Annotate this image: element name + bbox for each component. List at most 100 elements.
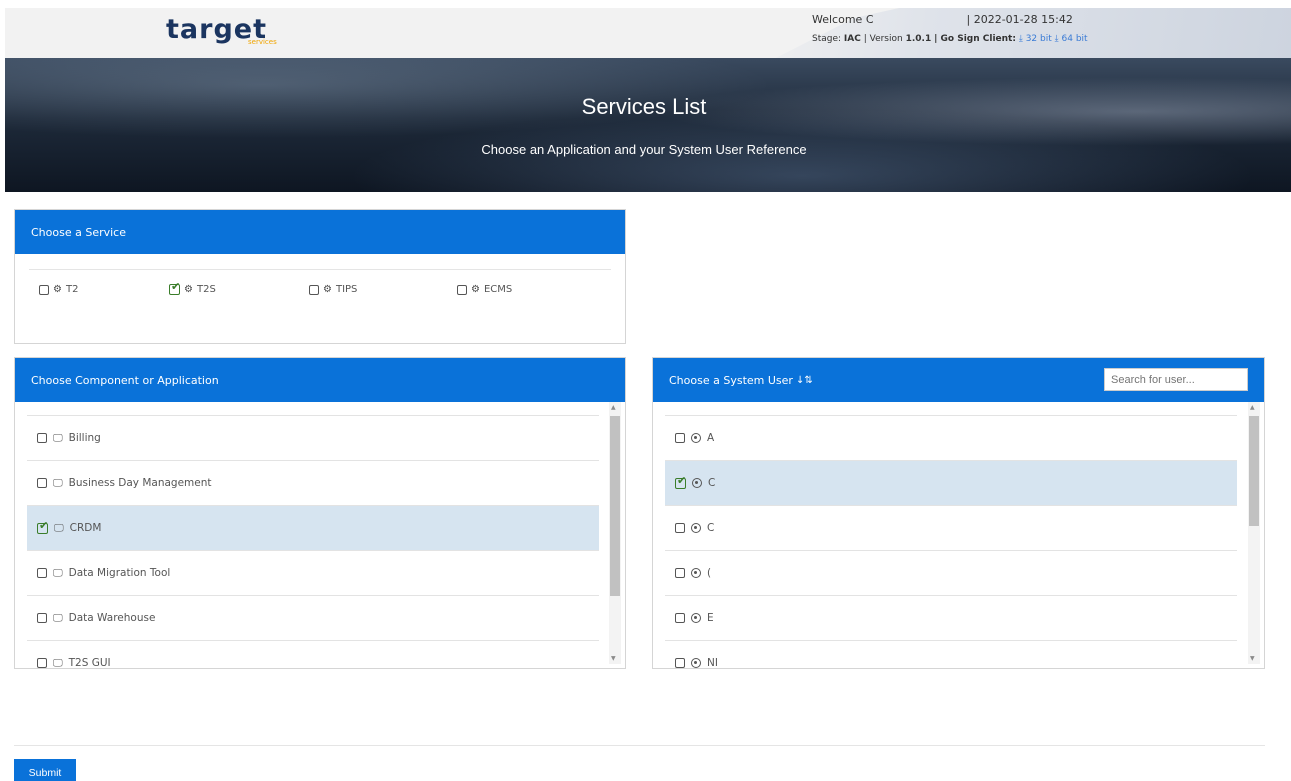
user-scrollbar[interactable]: ▲ ▼ xyxy=(1248,402,1260,664)
service-panel-title: Choose a Service xyxy=(31,225,126,239)
checkbox[interactable] xyxy=(675,568,685,578)
search-user-input[interactable] xyxy=(1104,368,1248,391)
user-icon xyxy=(691,658,701,668)
list-item-billing[interactable]: 🖵 Billing xyxy=(27,415,599,460)
service-label: ECMS xyxy=(483,284,513,295)
list-item-crdm[interactable]: 🖵 CRDM xyxy=(27,505,599,550)
user-icon xyxy=(691,613,701,623)
user-list: A C C ( E NI xyxy=(653,402,1264,668)
checkbox[interactable] xyxy=(675,658,685,668)
checkbox-checked[interactable] xyxy=(37,519,48,534)
footer-divider xyxy=(14,745,1265,746)
checkbox[interactable] xyxy=(37,613,47,623)
service-options: ⚙ T2 ⚙ T2S ⚙ TIPS ⚙ ECMS xyxy=(29,269,611,309)
page-subtitle: Choose an Application and your System Us… xyxy=(481,142,807,157)
scroll-down-arrow-icon[interactable]: ▼ xyxy=(611,655,616,662)
version-label: | Version xyxy=(863,34,903,44)
service-option-ecms[interactable]: ⚙ ECMS xyxy=(457,284,512,295)
service-panel: Choose a Service ⚙ T2 ⚙ T2S ⚙ TIPS ⚙ ECM… xyxy=(14,209,626,344)
list-item-label: C xyxy=(708,477,716,489)
download-64bit-link[interactable]: ⤓ 64 bit xyxy=(1055,34,1088,44)
version-value: 1.0.1 xyxy=(905,34,932,44)
submit-button[interactable]: Submit xyxy=(14,759,76,781)
checkbox[interactable] xyxy=(675,433,685,443)
welcome-label: Welcome C xyxy=(812,13,874,26)
sort-icon[interactable]: ↓⇅ xyxy=(796,375,813,386)
service-option-tips[interactable]: ⚙ TIPS xyxy=(309,284,357,295)
list-item-t2s-gui[interactable]: 🖵 T2S GUI xyxy=(27,640,599,668)
user-icon xyxy=(691,523,701,533)
gear-icon: ⚙ xyxy=(323,284,332,295)
stage-label: Stage: xyxy=(812,34,842,44)
component-list: 🖵 Billing 🖵 Business Day Management 🖵 CR… xyxy=(15,402,625,668)
checkbox[interactable] xyxy=(37,568,47,578)
scroll-thumb[interactable] xyxy=(1249,416,1259,526)
checkbox[interactable] xyxy=(37,433,47,443)
stage-value: IAC xyxy=(843,34,861,44)
list-item-label: NI xyxy=(707,657,718,668)
checkbox[interactable] xyxy=(39,284,49,295)
list-item-data-migration-tool[interactable]: 🖵 Data Migration Tool xyxy=(27,550,599,595)
monitor-icon: 🖵 xyxy=(53,612,63,624)
download-icon: ⤓ xyxy=(1054,34,1059,44)
checkbox-checked[interactable] xyxy=(675,474,686,489)
page-title: Services List xyxy=(581,94,707,119)
checkbox[interactable] xyxy=(37,658,47,668)
monitor-icon: 🖵 xyxy=(53,567,63,579)
user-icon xyxy=(692,478,702,488)
service-option-t2[interactable]: ⚙ T2 xyxy=(39,284,78,295)
list-item-label: T2S GUI xyxy=(68,657,111,668)
list-item-label: Business Day Management xyxy=(68,477,212,489)
component-panel-header: Choose Component or Application xyxy=(15,358,625,402)
scroll-up-arrow-icon[interactable]: ▲ xyxy=(611,404,616,411)
download-32bit-link[interactable]: ⤓ 32 bit xyxy=(1019,34,1052,44)
list-item-label: Data Migration Tool xyxy=(68,567,171,579)
scroll-thumb[interactable] xyxy=(610,416,620,596)
stage-info: Stage: IAC | Version 1.0.1 | Go Sign Cli… xyxy=(812,34,1088,44)
list-item-user[interactable]: A xyxy=(665,415,1237,460)
logo-subtitle: services xyxy=(248,38,277,46)
system-user-panel-title: Choose a System User xyxy=(669,373,793,387)
list-item-user[interactable]: ( xyxy=(665,550,1237,595)
list-item-business-day-management[interactable]: 🖵 Business Day Management xyxy=(27,460,599,505)
list-item-label: Data Warehouse xyxy=(68,612,156,624)
service-panel-header: Choose a Service xyxy=(15,210,625,254)
gear-icon: ⚙ xyxy=(471,284,480,295)
service-label: T2 xyxy=(65,284,79,295)
scroll-down-arrow-icon[interactable]: ▼ xyxy=(1250,655,1255,662)
gear-icon: ⚙ xyxy=(53,284,62,295)
gear-icon: ⚙ xyxy=(184,284,193,295)
system-user-panel-header: Choose a System User ↓⇅ xyxy=(653,358,1264,402)
list-item-user[interactable]: NI xyxy=(665,640,1237,668)
checkbox[interactable] xyxy=(37,478,47,488)
list-item-user[interactable]: E xyxy=(665,595,1237,640)
component-panel: Choose Component or Application 🖵 Billin… xyxy=(14,357,626,669)
service-option-t2s[interactable]: ⚙ T2S xyxy=(169,280,216,295)
checkbox[interactable] xyxy=(457,284,467,295)
list-item-data-warehouse[interactable]: 🖵 Data Warehouse xyxy=(27,595,599,640)
list-item-label: C xyxy=(707,522,715,534)
checkbox-checked[interactable] xyxy=(169,280,180,295)
monitor-icon: 🖵 xyxy=(53,477,63,489)
list-item-label: ( xyxy=(707,567,712,579)
gosign-label: | Go Sign Client: xyxy=(934,34,1016,44)
list-item-user[interactable]: C xyxy=(665,460,1237,505)
list-item-user[interactable]: C xyxy=(665,505,1237,550)
user-icon xyxy=(691,568,701,578)
datetime: | 2022-01-28 15:42 xyxy=(966,13,1073,26)
checkbox[interactable] xyxy=(309,284,319,295)
link-32-label: 32 bit xyxy=(1025,34,1052,44)
checkbox[interactable] xyxy=(675,523,685,533)
component-scrollbar[interactable]: ▲ ▼ xyxy=(609,402,621,664)
scroll-up-arrow-icon[interactable]: ▲ xyxy=(1250,404,1255,411)
monitor-icon: 🖵 xyxy=(53,657,63,669)
service-label: T2S xyxy=(196,284,216,295)
welcome-text: Welcome C | 2022-01-28 15:42 xyxy=(812,13,1073,26)
list-item-label: Billing xyxy=(68,432,101,444)
checkbox[interactable] xyxy=(675,613,685,623)
list-item-label: CRDM xyxy=(69,522,102,534)
list-item-label: E xyxy=(707,612,714,624)
link-64-label: 64 bit xyxy=(1061,34,1088,44)
component-panel-title: Choose Component or Application xyxy=(31,373,219,387)
user-icon xyxy=(691,433,701,443)
